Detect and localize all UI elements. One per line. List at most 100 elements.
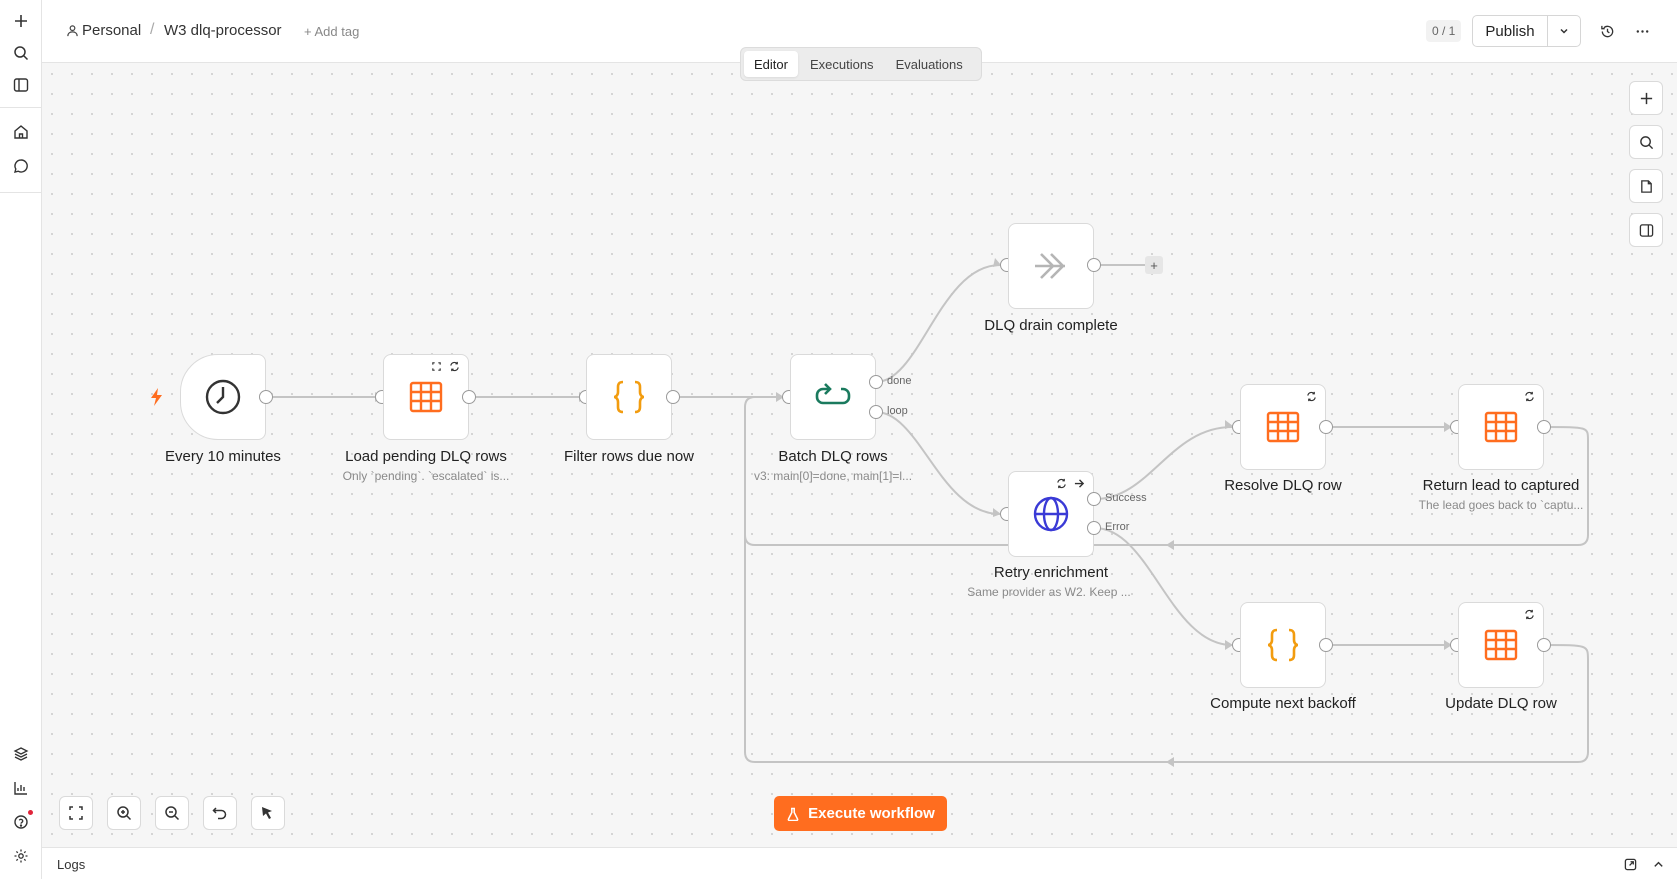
sticky-note-tool[interactable] bbox=[1629, 169, 1663, 203]
undo-button[interactable] bbox=[203, 796, 237, 830]
loop-icon bbox=[815, 383, 851, 405]
node-return-lead-to-captured[interactable] bbox=[1458, 384, 1544, 470]
trigger-bolt-icon bbox=[151, 388, 162, 406]
sidebar-toggle-icon[interactable] bbox=[9, 73, 33, 97]
output-handle[interactable] bbox=[1087, 258, 1101, 272]
execute-workflow-button[interactable]: Execute workflow bbox=[774, 796, 947, 831]
history-icon[interactable] bbox=[1596, 20, 1618, 42]
output-handle-done[interactable] bbox=[869, 375, 883, 389]
node-resolve-dlq-row[interactable] bbox=[1240, 384, 1326, 470]
add-tag-link[interactable]: + Add tag bbox=[304, 24, 359, 39]
node-batch-dlq-rows[interactable] bbox=[790, 354, 876, 440]
node-load-pending-dlq-rows[interactable] bbox=[383, 354, 469, 440]
node-retry-enrichment[interactable] bbox=[1008, 471, 1094, 557]
output-handle[interactable] bbox=[1537, 638, 1551, 652]
execute-workflow-label: Execute workflow bbox=[808, 805, 935, 822]
sticky-note-icon bbox=[1640, 179, 1652, 193]
tab-evaluations[interactable]: Evaluations bbox=[886, 51, 973, 77]
zoom-in-icon bbox=[117, 806, 132, 821]
add-node-button[interactable]: + bbox=[1145, 256, 1163, 274]
plus-icon bbox=[1640, 92, 1652, 104]
output-handle[interactable] bbox=[462, 390, 476, 404]
tidy-up-button[interactable] bbox=[251, 796, 285, 830]
table-icon bbox=[1484, 411, 1518, 443]
output-handle[interactable] bbox=[666, 390, 680, 404]
node-subtitle: Only `pending`. `escalated` is... bbox=[342, 469, 510, 483]
breadcrumb-workflow[interactable]: W3 dlq-processor bbox=[164, 22, 282, 39]
output-label-loop: loop bbox=[887, 405, 908, 417]
output-label-error: Error bbox=[1105, 521, 1130, 533]
zoom-in-button[interactable] bbox=[107, 796, 141, 830]
tab-editor[interactable]: Editor bbox=[744, 51, 798, 77]
more-options-icon[interactable] bbox=[1631, 20, 1653, 42]
side-panel-tool[interactable] bbox=[1629, 213, 1663, 247]
node-filter-rows-due-now[interactable] bbox=[586, 354, 672, 440]
add-node-tool[interactable] bbox=[1629, 81, 1663, 115]
node-title: Every 10 minutes bbox=[165, 448, 281, 465]
home-icon[interactable] bbox=[9, 120, 33, 144]
search-nodes-tool[interactable] bbox=[1629, 125, 1663, 159]
retry-on-fail-icon bbox=[1525, 391, 1534, 402]
node-dlq-drain-complete[interactable] bbox=[1008, 223, 1094, 309]
node-subtitle: The lead goes back to `captu... bbox=[1418, 498, 1584, 512]
publish-button-group: Publish bbox=[1472, 15, 1581, 47]
flask-icon bbox=[787, 807, 799, 821]
node-title: Retry enrichment bbox=[993, 564, 1109, 581]
output-handle-loop[interactable] bbox=[869, 405, 883, 419]
node-subtitle: v3: main[0]=done, main[1]=l... bbox=[753, 469, 913, 483]
left-rail bbox=[0, 0, 42, 879]
chat-icon[interactable] bbox=[9, 154, 33, 178]
plus-icon[interactable] bbox=[9, 9, 33, 33]
retry-on-fail-icon bbox=[450, 361, 459, 372]
publish-dropdown-button[interactable] bbox=[1548, 16, 1580, 46]
node-title: Update DLQ row bbox=[1445, 695, 1557, 712]
settings-icon[interactable] bbox=[9, 844, 33, 868]
table-icon bbox=[1484, 629, 1518, 661]
search-icon[interactable] bbox=[9, 41, 33, 65]
search-icon bbox=[1639, 135, 1653, 149]
node-compute-next-backoff[interactable] bbox=[1240, 602, 1326, 688]
node-every-10-minutes[interactable] bbox=[180, 354, 266, 440]
node-title: Load pending DLQ rows bbox=[345, 448, 507, 465]
zoom-out-button[interactable] bbox=[155, 796, 189, 830]
table-icon bbox=[409, 381, 443, 413]
insights-icon[interactable] bbox=[9, 776, 33, 800]
popout-icon[interactable] bbox=[1622, 856, 1638, 872]
node-title: Batch DLQ rows bbox=[778, 448, 888, 465]
chevron-up-icon[interactable] bbox=[1650, 856, 1666, 872]
user-icon bbox=[67, 25, 78, 37]
node-title: Return lead to captured bbox=[1422, 477, 1580, 494]
noop-arrow-icon bbox=[1035, 253, 1065, 279]
view-tabs: Editor Executions Evaluations bbox=[740, 47, 982, 81]
table-icon bbox=[1266, 411, 1300, 443]
logs-label: Logs bbox=[57, 857, 86, 872]
version-counter: 0 / 1 bbox=[1426, 20, 1462, 42]
output-label-success: Success bbox=[1105, 492, 1147, 504]
output-label-done: done bbox=[887, 375, 912, 387]
publish-button[interactable]: Publish bbox=[1473, 16, 1548, 46]
output-handle[interactable] bbox=[1537, 420, 1551, 434]
code-braces-icon bbox=[1267, 628, 1299, 662]
output-handle[interactable] bbox=[1319, 638, 1333, 652]
notification-dot bbox=[28, 810, 33, 815]
fit-view-button[interactable] bbox=[59, 796, 93, 830]
output-handle-error[interactable] bbox=[1087, 521, 1101, 535]
logs-panel[interactable]: Logs bbox=[42, 847, 1677, 879]
execute-once-icon bbox=[432, 362, 441, 371]
retry-on-fail-icon bbox=[1525, 609, 1534, 620]
zoom-out-icon bbox=[165, 806, 180, 821]
breadcrumb-project[interactable]: Personal bbox=[66, 22, 141, 39]
tab-executions[interactable]: Executions bbox=[800, 51, 884, 77]
clock-icon bbox=[205, 379, 241, 415]
node-title: DLQ drain complete bbox=[984, 317, 1118, 334]
retry-on-fail-icon bbox=[1057, 478, 1066, 489]
output-handle[interactable] bbox=[1319, 420, 1333, 434]
chevron-down-icon bbox=[1560, 28, 1568, 34]
continue-on-error-icon bbox=[1074, 479, 1085, 488]
templates-icon[interactable] bbox=[9, 742, 33, 766]
output-handle-success[interactable] bbox=[1087, 492, 1101, 506]
breadcrumb-separator: / bbox=[150, 21, 155, 38]
node-update-dlq-row[interactable] bbox=[1458, 602, 1544, 688]
output-handle[interactable] bbox=[259, 390, 273, 404]
panel-right-icon bbox=[1639, 223, 1653, 237]
